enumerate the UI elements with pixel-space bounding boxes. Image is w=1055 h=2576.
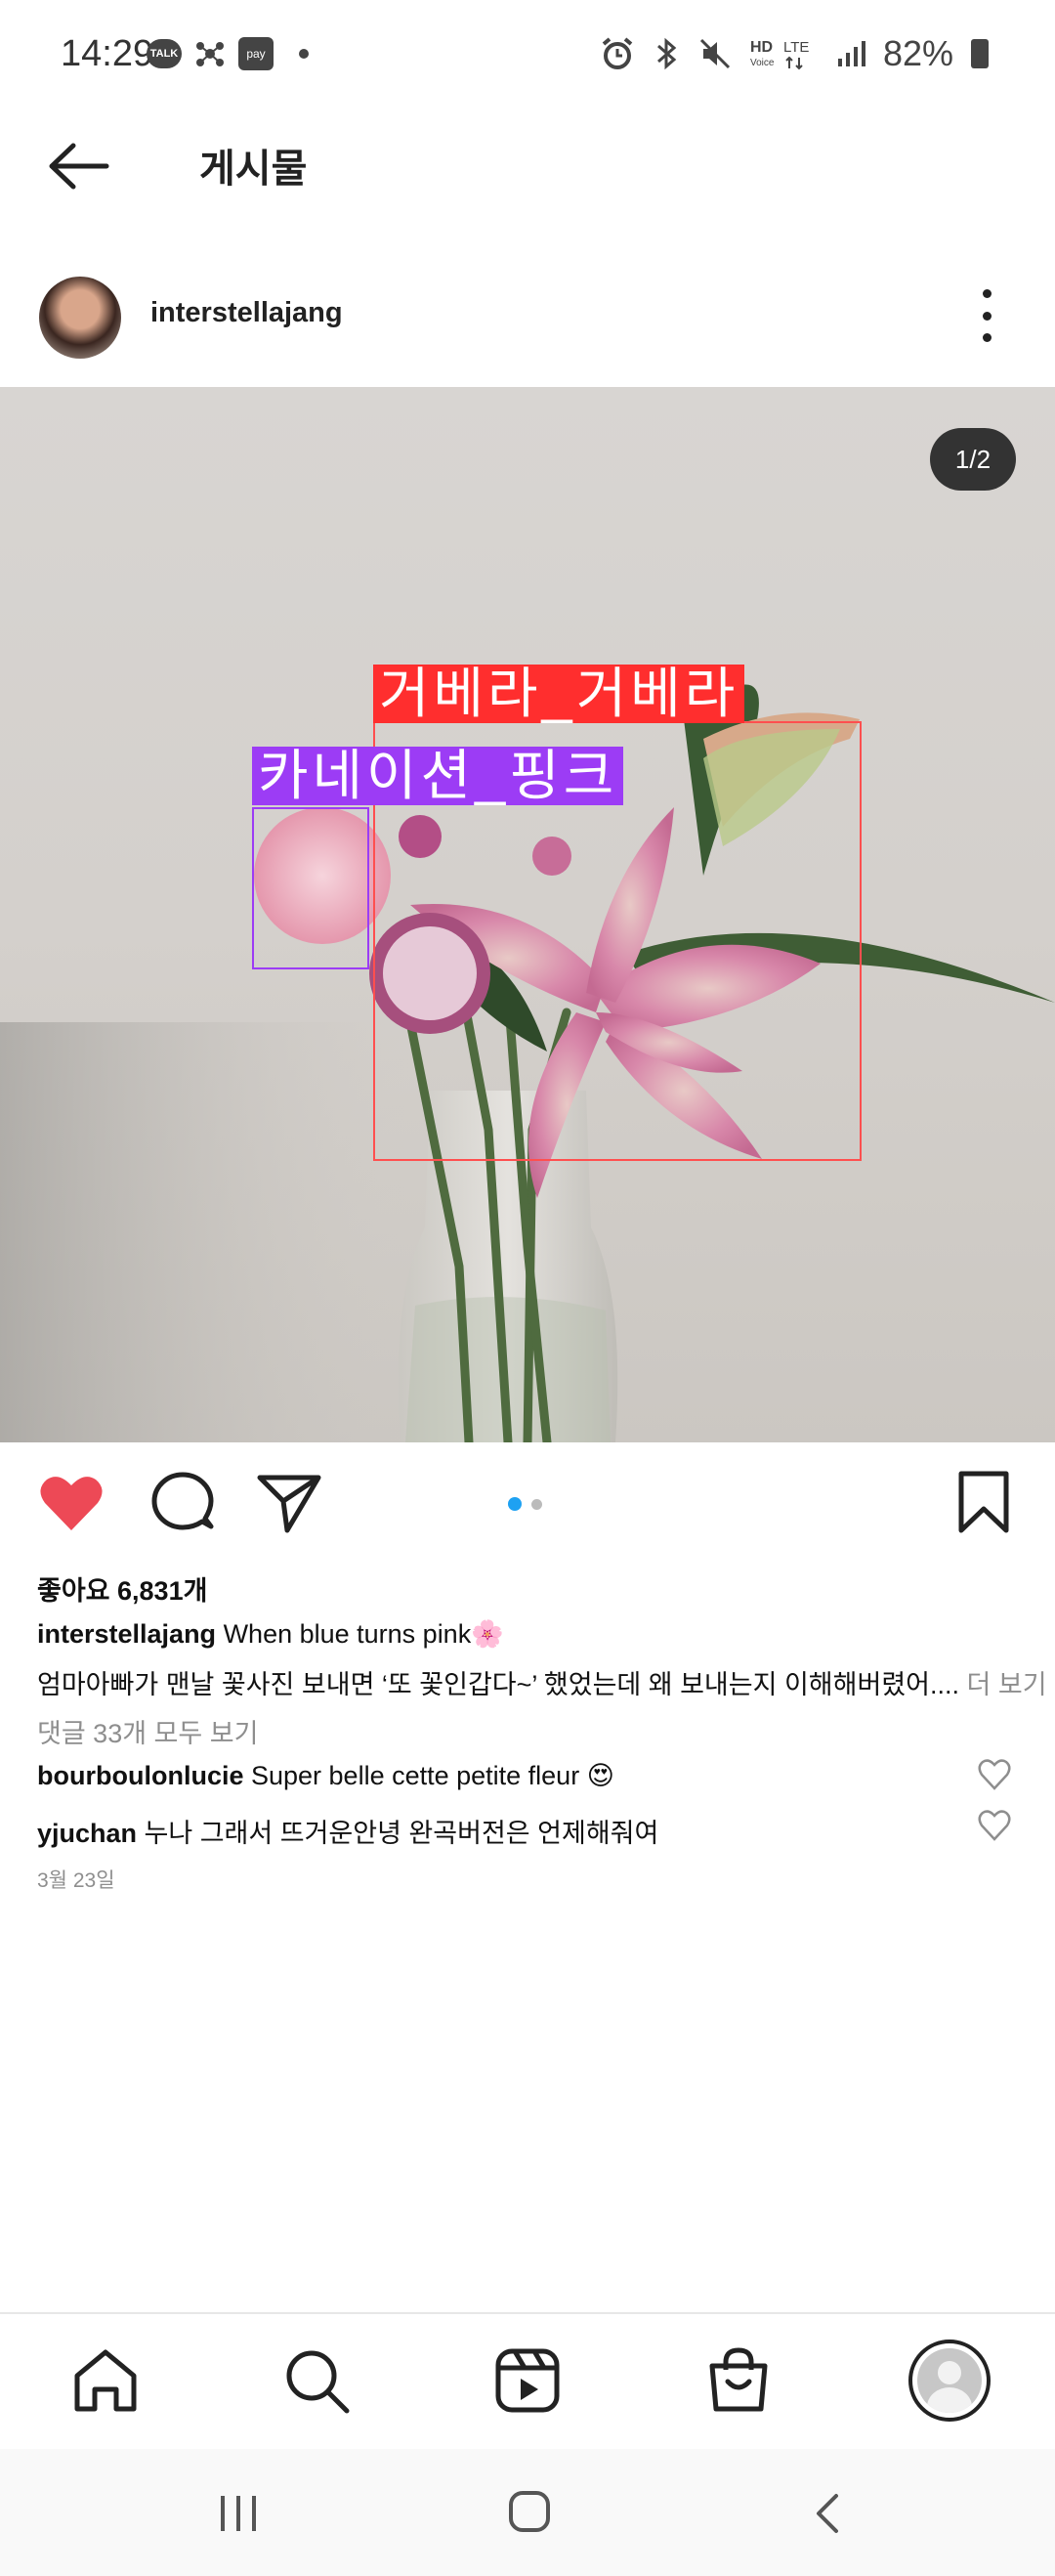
status-left-icons: TALK pay xyxy=(147,37,309,70)
hd-lte-icon: HD Voice LTE xyxy=(750,39,809,70)
mute-icon xyxy=(699,38,730,69)
page-title: 게시물 xyxy=(199,148,308,191)
talk-icon: TALK xyxy=(147,39,182,68)
caption-line2: 엄마아빠가 맨날 꽃사진 보내면 ‘또 꽃인갑다~’ 했었는데 왜 보내는지 이… xyxy=(37,1663,1047,1701)
arrow-left-icon xyxy=(49,143,109,190)
network-icon xyxy=(196,42,224,66)
reels-icon xyxy=(495,2348,560,2413)
search-icon xyxy=(286,2350,350,2414)
nav-shop-button[interactable] xyxy=(699,2341,778,2420)
comment-username[interactable]: yjuchan xyxy=(37,1819,137,1848)
photo-counter: 1/2 xyxy=(930,428,1016,491)
post-date: 3월 23일 xyxy=(37,1869,115,1892)
author-username[interactable]: interstellajang xyxy=(150,297,343,329)
home-icon xyxy=(74,2349,137,2412)
heart-outline-icon xyxy=(978,1810,1011,1841)
heart-filled-icon xyxy=(40,1477,103,1530)
alarm-icon xyxy=(602,37,633,69)
nav-home-button[interactable] xyxy=(66,2341,145,2420)
more-vertical-icon xyxy=(982,289,992,298)
bookmark-icon xyxy=(958,1471,1009,1533)
status-bar: 14:29 TALK pay HD Voice LTE 82% xyxy=(0,0,1055,107)
pay-icon: pay xyxy=(238,37,274,70)
comment-button[interactable] xyxy=(148,1472,217,1534)
caption-text-line2: 엄마아빠가 맨날 꽃사진 보내면 ‘또 꽃인갑다~’ 했었는데 왜 보내는지 이… xyxy=(37,1670,960,1699)
author-avatar[interactable] xyxy=(39,277,121,359)
comment-like-button[interactable] xyxy=(977,1808,1012,1843)
caption: interstellajang When blue turns pink🌸 xyxy=(37,1618,504,1650)
comment-icon xyxy=(151,1472,214,1530)
status-right-icons: HD Voice LTE 82% xyxy=(600,33,989,74)
comment-username[interactable]: bourboulonlucie xyxy=(37,1761,243,1790)
caption-text: When blue turns pink🌸 xyxy=(216,1619,504,1649)
comment-like-button[interactable] xyxy=(977,1757,1012,1792)
recent-apps-button[interactable] xyxy=(217,2494,260,2533)
share-button[interactable] xyxy=(256,1472,324,1534)
annotation-label-gerbera: 거베라_거베라 xyxy=(373,665,745,723)
more-options-button[interactable] xyxy=(967,289,1006,342)
recent-apps-icon xyxy=(221,2496,256,2531)
caption-username[interactable]: interstellajang xyxy=(37,1619,216,1649)
like-button[interactable] xyxy=(37,1472,106,1534)
nav-search-button[interactable] xyxy=(277,2341,356,2420)
carousel-dot-active xyxy=(508,1497,522,1511)
carousel-dot xyxy=(531,1498,542,1510)
back-button[interactable] xyxy=(39,135,117,197)
battery-icon xyxy=(971,39,989,68)
status-time: 14:29 xyxy=(61,33,154,74)
svg-text:Voice: Voice xyxy=(750,58,775,68)
caption-more-link[interactable]: 더 보기 xyxy=(959,1670,1047,1699)
comment-item: bourboulonlucie Super belle cette petite… xyxy=(37,1761,614,1791)
comment-item: yjuchan 누나 그래서 뜨거운안녕 완곡버전은 언제해줘여 xyxy=(37,1812,658,1850)
view-all-comments-link[interactable]: 댓글 33개 모두 보기 xyxy=(37,1712,258,1750)
annotation-label-carnation: 카네이션_핑크 xyxy=(252,747,624,805)
carousel-indicator xyxy=(508,1497,542,1511)
dot-icon xyxy=(299,49,309,59)
back-chevron-icon xyxy=(817,2494,838,2533)
battery-percent: 82% xyxy=(882,33,953,73)
signal-icon xyxy=(837,41,865,66)
bluetooth-icon xyxy=(656,37,677,70)
likes-count[interactable]: 좋아요 6,831개 xyxy=(37,1569,207,1608)
comment-text: 누나 그래서 뜨거운안녕 완곡버전은 언제해줘여 xyxy=(137,1819,659,1848)
annotation-box-carnation xyxy=(252,807,369,969)
comment-text: Super belle cette petite fleur 😍 xyxy=(243,1761,614,1790)
shop-icon xyxy=(709,2347,768,2412)
system-back-button[interactable] xyxy=(811,2492,842,2535)
heart-outline-icon xyxy=(978,1759,1011,1790)
system-home-button[interactable] xyxy=(508,2490,551,2533)
nav-reels-button[interactable] xyxy=(488,2341,567,2420)
save-button[interactable] xyxy=(951,1470,1016,1536)
svg-text:HD: HD xyxy=(750,39,773,56)
nav-profile-button[interactable] xyxy=(908,2340,991,2422)
send-icon xyxy=(257,1475,321,1533)
svg-text:LTE: LTE xyxy=(783,39,809,56)
home-circle-icon xyxy=(509,2491,550,2532)
profile-avatar xyxy=(917,2348,982,2413)
